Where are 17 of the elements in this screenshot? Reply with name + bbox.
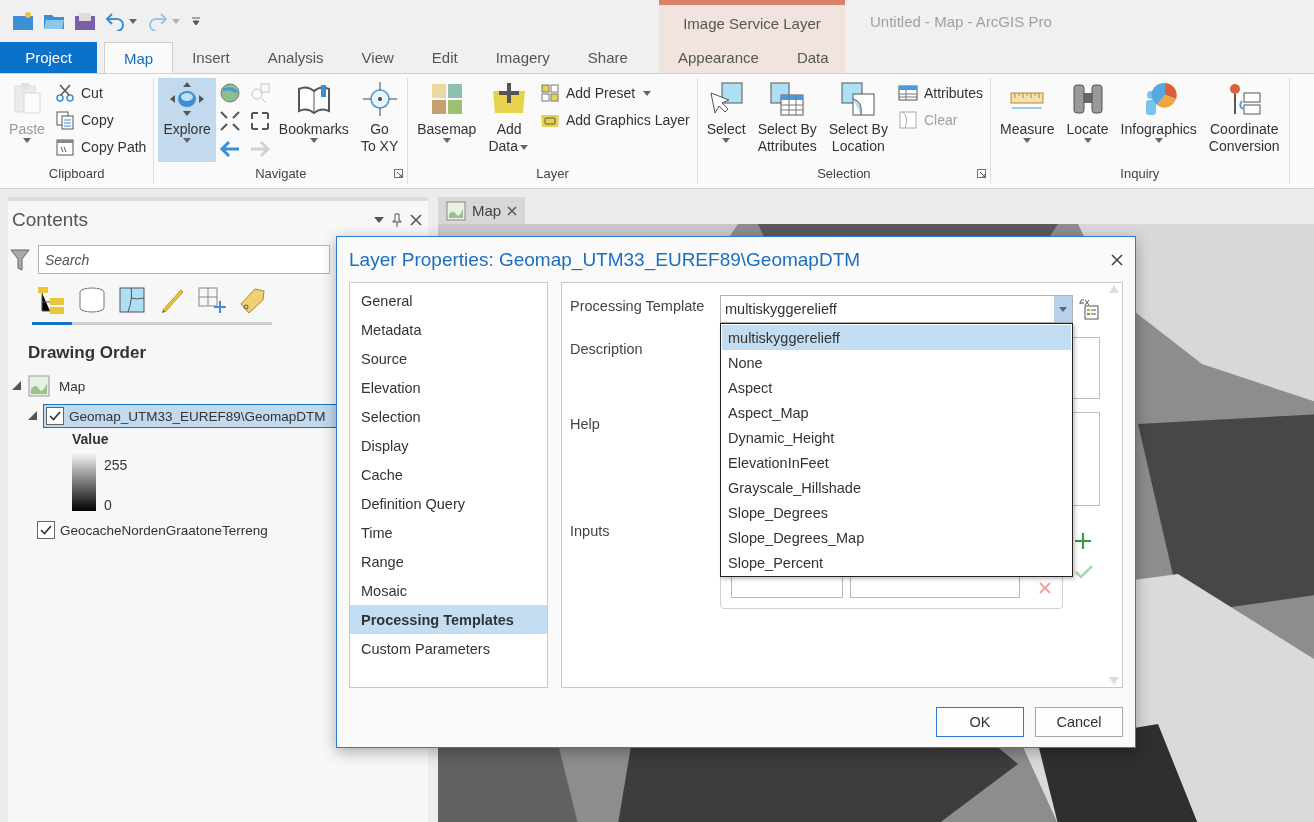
group-title: Selection (817, 165, 871, 181)
group-title: Layer (536, 165, 569, 181)
pane-title: Contents (12, 209, 90, 231)
field-label: Description (570, 340, 644, 359)
legend-value: 0 (104, 497, 113, 513)
layer-name: Geomap_UTM33_EUREF89\GeomapDTM (69, 408, 326, 424)
dialog-title: Layer Properties: Geomap_UTM33_EUREF89\GeomapDTM (349, 248, 861, 271)
group-title: Navigate (255, 165, 307, 181)
layer-name: GeocacheNordenGraatoneTerreng (60, 522, 268, 538)
context-tab-header: Image Service Layer (659, 0, 845, 42)
group-title: Clipboard (48, 165, 105, 181)
legend-value: 255 (104, 457, 128, 473)
field-label: Processing Template (570, 297, 706, 316)
field-label: Inputs (570, 522, 611, 541)
section-heading: Drawing Order (28, 343, 147, 363)
window-title: Untitled - Map - ArcGIS Pro (869, 11, 1053, 32)
group-title: Inquiry (1120, 165, 1160, 181)
